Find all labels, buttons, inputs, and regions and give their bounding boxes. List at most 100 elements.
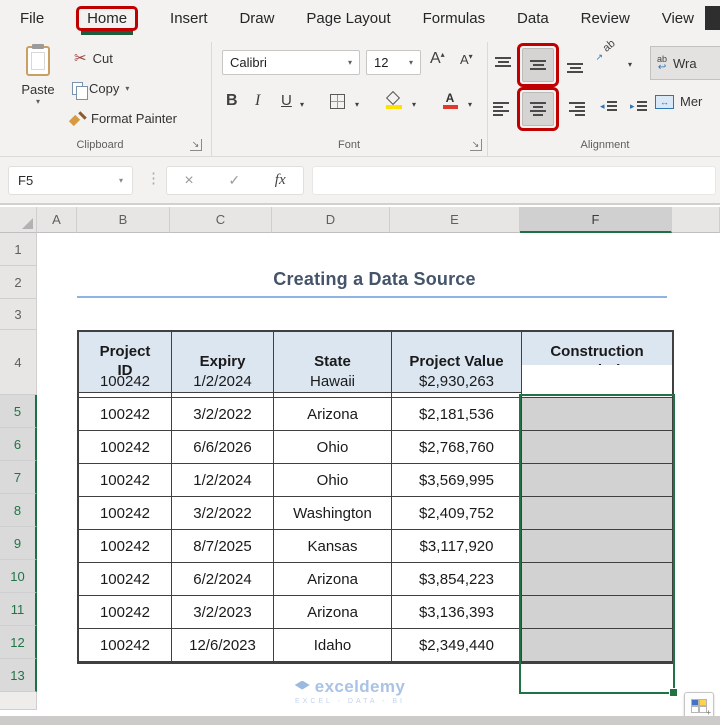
- row-header-3[interactable]: 3: [0, 299, 37, 330]
- tab-view[interactable]: View: [662, 10, 694, 27]
- row-header-12[interactable]: 12: [0, 626, 37, 659]
- cell-F10[interactable]: [522, 530, 672, 563]
- borders-options-chevron[interactable]: ▾: [355, 100, 359, 109]
- cell-F5[interactable]: [522, 365, 672, 398]
- enter-button[interactable]: ✓: [228, 172, 240, 189]
- tab-formulas[interactable]: Formulas: [423, 10, 486, 27]
- cell-F13[interactable]: [522, 629, 672, 662]
- cell-B10[interactable]: 100242: [79, 530, 172, 563]
- decrease-indent-button[interactable]: ◂: [600, 100, 617, 112]
- cell-E13[interactable]: $2,349,440: [392, 629, 522, 662]
- cell-D11[interactable]: Arizona: [274, 563, 392, 596]
- tab-home[interactable]: Home: [76, 6, 138, 31]
- row-header-6[interactable]: 6: [0, 428, 37, 461]
- row-header-1[interactable]: 1: [0, 233, 37, 266]
- tab-file[interactable]: File: [20, 10, 44, 27]
- column-header-D[interactable]: D: [272, 207, 390, 233]
- row-header-partial[interactable]: [0, 692, 37, 710]
- cell-D5[interactable]: Hawaii: [274, 365, 392, 398]
- font-color-options-chevron[interactable]: ▾: [468, 100, 472, 109]
- row-header-8[interactable]: 8: [0, 494, 37, 527]
- row-header-5[interactable]: 5: [0, 395, 37, 428]
- cell-E12[interactable]: $3,136,393: [392, 596, 522, 629]
- cancel-button[interactable]: ×: [184, 172, 193, 190]
- top-align-button[interactable]: [493, 56, 513, 74]
- cell-B13[interactable]: 100242: [79, 629, 172, 662]
- clipboard-dialog-launcher[interactable]: ↘: [190, 139, 202, 151]
- row-header-9[interactable]: 9: [0, 527, 37, 560]
- row-header-10[interactable]: 10: [0, 560, 37, 593]
- cell-C6[interactable]: 3/2/2022: [172, 398, 274, 431]
- cell-E8[interactable]: $3,569,995: [392, 464, 522, 497]
- row-header-11[interactable]: 11: [0, 593, 37, 626]
- cell-C13[interactable]: 12/6/2023: [172, 629, 274, 662]
- format-painter-button[interactable]: Format Painter: [70, 106, 177, 130]
- column-header-partial[interactable]: [672, 207, 720, 233]
- row-header-2[interactable]: 2: [0, 266, 37, 299]
- formula-bar-resize-handle[interactable]: ⋮: [146, 169, 161, 187]
- increase-font-size-button[interactable]: A▴: [430, 50, 445, 68]
- cell-E11[interactable]: $3,854,223: [392, 563, 522, 596]
- cell-E5[interactable]: $2,930,263: [392, 365, 522, 398]
- cell-B6[interactable]: 100242: [79, 398, 172, 431]
- select-all-button[interactable]: [0, 207, 37, 233]
- cell-B8[interactable]: 100242: [79, 464, 172, 497]
- cell-E6[interactable]: $2,181,536: [392, 398, 522, 431]
- underline-options-chevron[interactable]: ▾: [300, 100, 304, 109]
- name-box[interactable]: F5 ▾: [8, 166, 133, 195]
- cell-D9[interactable]: Washington: [274, 497, 392, 530]
- column-header-C[interactable]: C: [170, 207, 272, 233]
- middle-align-button[interactable]: [522, 48, 554, 82]
- row-header-13[interactable]: 13: [0, 659, 37, 692]
- cell-C9[interactable]: 3/2/2022: [172, 497, 274, 530]
- cell-B11[interactable]: 100242: [79, 563, 172, 596]
- cell-F9[interactable]: [522, 497, 672, 530]
- cell-E10[interactable]: $3,117,920: [392, 530, 522, 563]
- decrease-font-size-button[interactable]: A▾: [460, 52, 473, 67]
- cell-F12[interactable]: [522, 596, 672, 629]
- cell-B7[interactable]: 100242: [79, 431, 172, 464]
- cell-C12[interactable]: 3/2/2023: [172, 596, 274, 629]
- cell-D13[interactable]: Idaho: [274, 629, 392, 662]
- tab-review[interactable]: Review: [581, 10, 630, 27]
- cell-D6[interactable]: Arizona: [274, 398, 392, 431]
- row-header-4[interactable]: 4: [0, 330, 37, 395]
- cell-E9[interactable]: $2,409,752: [392, 497, 522, 530]
- align-left-button[interactable]: [493, 100, 513, 118]
- font-size-select[interactable]: 12 ▾: [366, 50, 421, 75]
- column-header-E[interactable]: E: [390, 207, 520, 233]
- increase-indent-button[interactable]: ▸: [630, 100, 647, 112]
- orientation-options-chevron[interactable]: ▾: [628, 60, 632, 69]
- borders-button[interactable]: [330, 94, 345, 109]
- cut-button[interactable]: ✂ Cut: [74, 46, 113, 70]
- cell-F11[interactable]: [522, 563, 672, 596]
- merge-center-button[interactable]: ↔ Mer: [655, 94, 702, 109]
- tab-draw[interactable]: Draw: [239, 10, 274, 27]
- insert-function-button[interactable]: fx: [275, 172, 286, 189]
- formula-input[interactable]: [312, 166, 716, 195]
- column-header-A[interactable]: A: [37, 207, 77, 233]
- cell-C8[interactable]: 1/2/2024: [172, 464, 274, 497]
- cell-C11[interactable]: 6/2/2024: [172, 563, 274, 596]
- cell-D7[interactable]: Ohio: [274, 431, 392, 464]
- copy-button[interactable]: Copy ▾: [72, 76, 129, 100]
- align-right-button[interactable]: [565, 100, 585, 118]
- bottom-align-button[interactable]: [565, 56, 585, 74]
- cell-D8[interactable]: Ohio: [274, 464, 392, 497]
- row-header-7[interactable]: 7: [0, 461, 37, 494]
- underline-button[interactable]: U: [281, 92, 292, 109]
- center-button[interactable]: [522, 92, 554, 126]
- fill-color-button[interactable]: [386, 92, 403, 109]
- cell-C5[interactable]: 1/2/2024: [172, 365, 274, 398]
- wrap-text-button[interactable]: ab↩ Wra: [650, 46, 720, 80]
- column-header-B[interactable]: B: [77, 207, 170, 233]
- tab-insert[interactable]: Insert: [170, 10, 208, 27]
- cell-D10[interactable]: Kansas: [274, 530, 392, 563]
- bold-button[interactable]: B: [226, 92, 238, 110]
- tab-page-layout[interactable]: Page Layout: [306, 10, 390, 27]
- font-color-button[interactable]: A: [442, 92, 458, 109]
- column-header-F[interactable]: F: [520, 207, 672, 233]
- paste-button[interactable]: Paste ▾: [12, 42, 64, 142]
- cell-F6[interactable]: [522, 398, 672, 431]
- tab-data[interactable]: Data: [517, 10, 549, 27]
